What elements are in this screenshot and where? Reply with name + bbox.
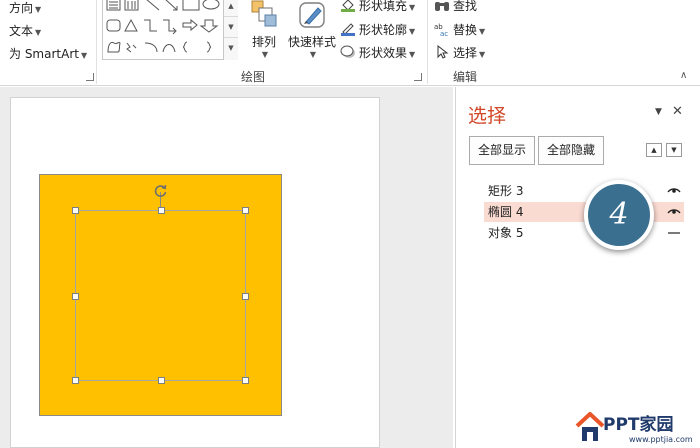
- shape-effects-button[interactable]: 形状效果 ▼: [340, 44, 415, 61]
- shape-outline-button[interactable]: 形状轮廓 ▼: [340, 21, 415, 38]
- arrange-icon: [251, 0, 277, 27]
- replace-button[interactable]: ab ac 替换 ▼: [434, 21, 485, 38]
- item-name: 矩形 3: [488, 184, 524, 198]
- pen-icon: [341, 23, 355, 36]
- chevron-down-icon: ▼: [261, 50, 269, 59]
- gallery-scrollbar[interactable]: ▲ ▼ ▼: [223, 0, 238, 60]
- select-label: 选择: [453, 46, 478, 60]
- chevron-down-icon: ▼: [35, 28, 42, 37]
- text-group-launcher-icon[interactable]: [86, 73, 94, 81]
- quick-styles-label: 快速样式: [287, 35, 336, 49]
- replace-label: 替换: [453, 23, 478, 37]
- gallery-scroll-down-icon[interactable]: ▼: [224, 17, 238, 38]
- slide-workspace: [0, 87, 453, 448]
- shape-gallery[interactable]: [102, 0, 238, 60]
- close-icon[interactable]: ✕: [672, 104, 683, 119]
- watermark-logo: PPT家园 www.pptjia.com: [575, 408, 700, 448]
- bring-forward-icon[interactable]: ▲: [646, 143, 662, 157]
- ellipse-selection-box[interactable]: [72, 207, 249, 384]
- group-divider: [96, 0, 97, 84]
- chevron-down-icon: ▼: [479, 27, 486, 36]
- watermark-url: www.pptjia.com: [629, 435, 693, 444]
- find-label: 查找: [453, 0, 478, 13]
- arrange-button[interactable]: 排列 ▼: [246, 0, 282, 59]
- resize-handle-bottom-left[interactable]: [72, 377, 79, 384]
- shape-effects-icon: [340, 45, 355, 58]
- editing-group-label: 编辑: [453, 70, 478, 84]
- resize-handle-top[interactable]: [158, 207, 165, 214]
- step-number-badge: 4: [584, 180, 654, 250]
- eye-icon[interactable]: [666, 202, 682, 222]
- shape-effects-label: 形状效果: [359, 46, 408, 60]
- shape-fill-button[interactable]: 形状填充 ▼: [340, 0, 415, 14]
- resize-handle-right[interactable]: [242, 293, 249, 300]
- select-button[interactable]: 选择 ▼: [434, 44, 485, 61]
- chevron-down-icon: ▼: [409, 27, 416, 36]
- chevron-down-icon: ▼: [309, 50, 317, 59]
- pane-options-icon[interactable]: ▼: [655, 107, 662, 117]
- collapse-ribbon-icon[interactable]: ∧: [680, 70, 687, 81]
- paint-bucket-icon: [341, 0, 355, 12]
- resize-handle-top-left[interactable]: [72, 207, 79, 214]
- show-all-button[interactable]: 全部显示: [469, 136, 536, 165]
- chevron-down-icon: ▼: [80, 51, 88, 60]
- align-text-button[interactable]: 文本 ▼: [9, 22, 41, 39]
- chevron-down-icon: ▼: [409, 3, 416, 12]
- svg-text:ac: ac: [440, 30, 448, 36]
- text-direction-button[interactable]: 方向 ▼: [9, 0, 41, 16]
- quick-styles-icon: [299, 2, 325, 28]
- resize-handle-bottom[interactable]: [158, 377, 165, 384]
- ribbon: 方向 ▼ 文本 ▼ 为 SmartArt ▼ ▲ ▼ ▼ 排列 ▼ 快速样式 ▼…: [0, 0, 700, 86]
- shape-fill-label: 形状填充: [359, 0, 408, 13]
- arrange-label: 排列: [251, 35, 276, 49]
- list-item[interactable]: 矩形 3: [484, 181, 684, 201]
- group-divider: [427, 0, 428, 84]
- convert-smartart-label: 为 SmartArt: [9, 47, 79, 61]
- rotate-handle-icon[interactable]: [153, 183, 168, 198]
- align-text-label: 文本: [9, 24, 34, 38]
- selection-pane-title: 选择: [468, 105, 507, 127]
- replace-icon: ab ac: [434, 23, 448, 36]
- resize-handle-top-right[interactable]: [242, 207, 249, 214]
- chevron-down-icon: ▼: [479, 50, 486, 59]
- list-item[interactable]: 对象 5: [484, 223, 684, 243]
- find-button[interactable]: 查找: [434, 0, 477, 14]
- resize-handle-left[interactable]: [72, 293, 79, 300]
- rectangle-shape[interactable]: [39, 174, 282, 416]
- watermark-title: PPT家园: [603, 415, 674, 435]
- drawing-group-label: 绘图: [241, 70, 266, 84]
- shapes-icon: [106, 0, 220, 53]
- selection-pane: 选择 ▼ ✕ 全部显示 全部隐藏 ▲ ▼ 矩形 3 椭圆 4 对象 5: [455, 87, 700, 448]
- text-direction-label: 方向: [9, 1, 34, 15]
- shape-outline-label: 形状轮廓: [359, 23, 408, 37]
- chevron-down-icon: ▼: [409, 50, 416, 59]
- gallery-scroll-up-icon[interactable]: ▲: [224, 0, 238, 17]
- drawing-group-launcher-icon[interactable]: [414, 73, 422, 81]
- cursor-arrow-icon: [437, 45, 449, 59]
- gallery-more-icon[interactable]: ▼: [224, 38, 238, 59]
- hide-all-button[interactable]: 全部隐藏: [538, 136, 605, 165]
- item-name: 对象 5: [488, 226, 524, 240]
- slide-canvas[interactable]: [10, 97, 380, 448]
- send-backward-icon[interactable]: ▼: [666, 143, 682, 157]
- item-name: 椭圆 4: [488, 205, 524, 219]
- chevron-down-icon: ▼: [35, 5, 42, 14]
- eye-icon[interactable]: [666, 181, 682, 201]
- binoculars-icon: [435, 2, 449, 11]
- convert-smartart-button[interactable]: 为 SmartArt ▼: [9, 45, 87, 62]
- house-logo-icon: [575, 412, 605, 441]
- resize-handle-bottom-right[interactable]: [242, 377, 249, 384]
- hidden-icon[interactable]: [666, 223, 682, 243]
- quick-styles-button[interactable]: 快速样式 ▼: [286, 0, 338, 59]
